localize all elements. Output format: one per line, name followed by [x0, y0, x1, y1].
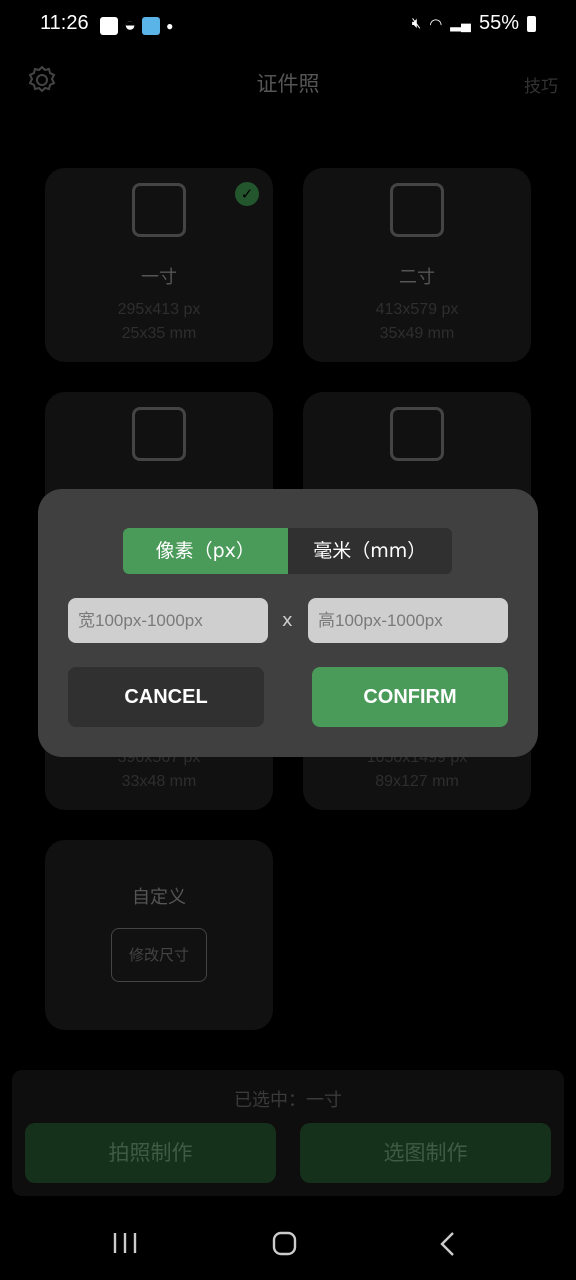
home-icon[interactable]: [272, 1231, 298, 1257]
card-mm: 89x127 mm: [375, 773, 459, 790]
portrait-icon: [390, 407, 444, 461]
edit-size-button[interactable]: 修改尺寸: [111, 928, 207, 982]
tips-button[interactable]: 技巧: [524, 72, 558, 97]
card-px: 413x579 px: [375, 301, 459, 318]
weather-notification-icon: [142, 16, 161, 35]
portrait-icon: [132, 407, 186, 461]
card-px: 295x413 px: [117, 301, 201, 318]
signal-icon: ▂▄: [450, 15, 471, 31]
mute-icon: 🔇︎: [411, 15, 422, 32]
card-mm: 25x35 mm: [121, 325, 197, 342]
cancel-button[interactable]: CANCEL: [68, 667, 264, 727]
width-input[interactable]: [68, 598, 268, 643]
portrait-icon: [390, 183, 444, 237]
gallery-notification-icon: [100, 16, 118, 35]
size-card-custom[interactable]: 自定义 修改尺寸: [45, 840, 273, 1030]
status-bar: 11:26 ◒ ● 🔇︎ ◠ ▂▄ 55%: [0, 0, 576, 48]
gallery-make-button[interactable]: 选图制作: [300, 1123, 551, 1183]
back-icon[interactable]: [438, 1231, 458, 1257]
portrait-icon: [132, 183, 186, 237]
size-card-2inch[interactable]: 二寸 413x579 px 35x49 mm: [303, 168, 531, 362]
card-mm: 33x48 mm: [121, 773, 197, 790]
page-title: 证件照: [256, 72, 320, 96]
tab-millimeters[interactable]: 毫米（mm）: [288, 528, 453, 574]
custom-size-dialog: 像素（px） 毫米（mm） x CANCEL CONFIRM: [38, 489, 538, 757]
wifi-icon: ◠: [429, 15, 443, 33]
recent-apps-icon[interactable]: [112, 1231, 138, 1255]
more-notifications-icon: ●: [166, 18, 174, 33]
height-input[interactable]: [308, 598, 508, 643]
card-name: 自定义: [132, 887, 186, 908]
camera-make-button[interactable]: 拍照制作: [25, 1123, 276, 1183]
size-card-1inch[interactable]: ✓ 一寸 295x413 px 25x35 mm: [45, 168, 273, 362]
dimension-separator: x: [282, 610, 293, 631]
clock: 11:26: [40, 12, 89, 34]
nav-bar: [0, 1225, 576, 1265]
app-header: 证件照 技巧: [0, 50, 576, 114]
app-notification-icon: ◒: [124, 14, 137, 36]
battery-level: 55%: [478, 12, 519, 34]
bottom-panel: 已选中：一寸 拍照制作 选图制作: [12, 1070, 564, 1196]
confirm-button[interactable]: CONFIRM: [312, 667, 508, 727]
card-name: 二寸: [399, 267, 435, 288]
selected-label: 已选中：一寸: [234, 1090, 342, 1111]
check-icon: ✓: [235, 182, 259, 206]
tab-pixels[interactable]: 像素（px）: [123, 528, 288, 574]
battery-icon: [527, 15, 536, 32]
card-name: 一寸: [141, 267, 177, 288]
unit-toggle: 像素（px） 毫米（mm）: [123, 528, 452, 574]
card-mm: 35x49 mm: [379, 325, 455, 342]
